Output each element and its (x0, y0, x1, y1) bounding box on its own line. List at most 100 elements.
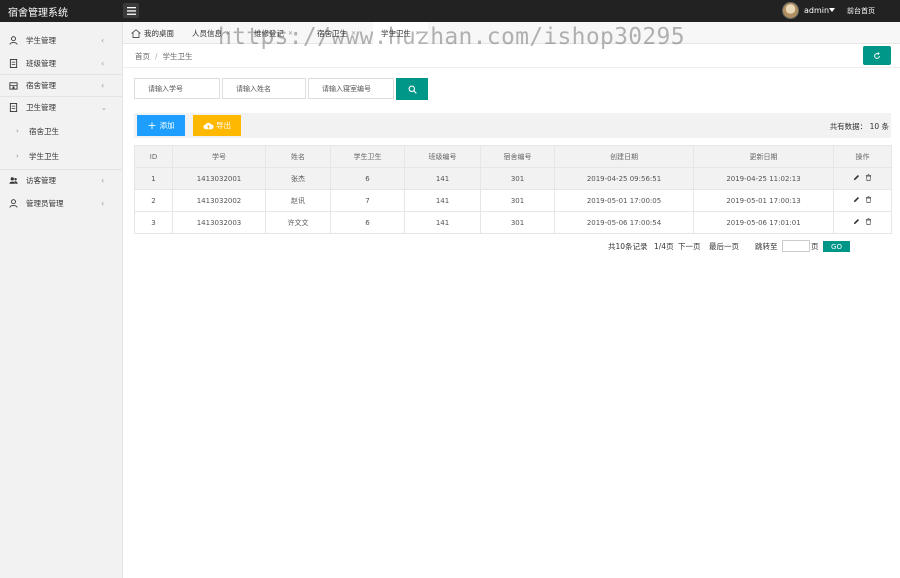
sidebar-item-label: 宿舍卫生 (29, 126, 59, 136)
table-cell-actions (833, 189, 892, 212)
add-button[interactable]: + 添加 (137, 115, 185, 136)
sidebar-item-class[interactable]: 班级管理 ‹ (0, 52, 122, 74)
table-cell: 许文文 (265, 211, 331, 234)
users-icon (9, 177, 18, 184)
user-name[interactable]: admin (804, 6, 829, 15)
go-button[interactable]: GO (823, 241, 850, 252)
sidebar-item-admin[interactable]: 管理员管理 ‹ (0, 192, 122, 214)
sidebar-item-student[interactable]: 学生管理 ‹ (0, 29, 122, 51)
table-cell: 6 (330, 211, 405, 234)
total-count: 共有数据： 10 条 (829, 122, 889, 131)
sidebar-item-label: 访客管理 (26, 176, 56, 185)
column-header[interactable]: 学号 (172, 145, 266, 168)
pagination-page-unit: 页 (811, 242, 819, 251)
close-icon[interactable]: ✕ (415, 30, 420, 37)
close-icon[interactable]: ✕ (288, 30, 293, 37)
refresh-button[interactable] (863, 46, 891, 65)
trash-icon[interactable] (865, 196, 872, 203)
sidebar-item-hygiene[interactable]: 卫生管理 ⌄ (0, 96, 122, 118)
sidebar-item-label: 学生管理 (26, 35, 56, 45)
edit-icon[interactable] (853, 174, 860, 181)
chevron-left-icon: ‹ (101, 198, 105, 208)
pagination-next-link[interactable]: 下一页 (678, 241, 701, 252)
sidebar-item-visitor[interactable]: 访客管理 ‹ (0, 169, 122, 191)
trash-icon[interactable] (865, 174, 872, 181)
edit-icon[interactable] (853, 218, 860, 225)
add-button-label: 添加 (159, 121, 175, 130)
table-cell: 2019-05-01 17:00:13 (693, 189, 834, 212)
tab-bar: 我的桌面 人员信息 ✕ 维修登记 ✕ 宿舍卫生 ✕ 学生卫生 ✕ (123, 22, 900, 44)
tab-label: 人员信息 (192, 28, 222, 38)
table-cell: 1413032002 (172, 189, 266, 212)
document-icon (9, 103, 18, 112)
sidebar-subitem-student-hygiene[interactable]: › 学生卫生 (0, 145, 122, 167)
user-icon (9, 35, 18, 45)
column-header[interactable]: 姓名 (265, 145, 331, 168)
table-row[interactable]: 1 1413032001 张杰 6 141 301 2019-04-25 09:… (134, 167, 892, 190)
table-cell: 赵讯 (265, 189, 331, 212)
sidebar-item-dorm[interactable]: 宿舍管理 ‹ (0, 74, 122, 96)
chevron-left-icon: ‹ (101, 35, 105, 45)
column-header[interactable]: 学生卫生 (330, 145, 405, 168)
front-page-link[interactable]: 前台首页 (847, 6, 875, 16)
edit-icon[interactable] (853, 196, 860, 203)
table-toolbar: + 添加 导出 共有数据： 10 条 (134, 113, 891, 138)
table-row[interactable]: 2 1413032002 赵讯 7 141 301 2019-05-01 17:… (134, 189, 892, 212)
table-cell: 2019-05-06 17:01:01 (693, 211, 834, 234)
column-header[interactable]: 宿舍编号 (480, 145, 555, 168)
close-icon[interactable]: ✕ (226, 30, 231, 37)
chevron-left-icon: ‹ (101, 58, 105, 68)
tab-student-hygiene[interactable]: 学生卫生 ✕ (373, 22, 429, 44)
tab-dorm-hygiene[interactable]: 宿舍卫生 ✕ (317, 22, 356, 44)
home-icon (131, 28, 141, 38)
pagination-last-link[interactable]: 最后一页 (709, 241, 739, 252)
column-header: 操作 (833, 145, 892, 168)
table-cell: 2019-04-25 09:56:51 (554, 167, 694, 190)
dorm-no-input[interactable] (308, 78, 394, 99)
column-header[interactable]: ID (134, 145, 173, 168)
table-cell: 141 (404, 167, 481, 190)
sidebar-item-label: 宿舍管理 (26, 81, 56, 90)
divider (123, 67, 900, 68)
sidebar-item-label: 班级管理 (26, 58, 56, 68)
building-icon (9, 82, 18, 90)
tab-personnel[interactable]: 人员信息 ✕ (192, 22, 231, 44)
chevron-left-icon: ‹ (101, 81, 105, 90)
tab-desktop[interactable]: 我的桌面 (131, 22, 174, 44)
user-icon (9, 198, 18, 208)
avatar[interactable] (782, 2, 799, 19)
sidebar-subitem-dorm-hygiene[interactable]: › 宿舍卫生 (0, 120, 122, 142)
table-row[interactable]: 3 1413032003 许文文 6 141 301 2019-05-06 17… (134, 211, 892, 234)
export-button[interactable]: 导出 (193, 115, 241, 136)
search-button[interactable] (396, 78, 428, 100)
close-icon[interactable]: ✕ (351, 30, 356, 37)
chevron-down-icon: ⌄ (101, 103, 107, 112)
menu-toggle-button[interactable] (123, 3, 139, 18)
column-header[interactable]: 班级编号 (404, 145, 481, 168)
tab-label: 我的桌面 (144, 28, 174, 38)
breadcrumb: 首页 / 学生卫生 (135, 51, 193, 62)
table-cell: 301 (480, 211, 555, 234)
name-input[interactable] (222, 78, 306, 99)
caret-down-icon[interactable] (829, 8, 835, 12)
plus-icon: + (147, 119, 157, 132)
column-header[interactable]: 更新日期 (693, 145, 834, 168)
table-cell: 141 (404, 189, 481, 212)
page-jump-input[interactable] (782, 240, 810, 252)
tab-repair[interactable]: 维修登记 ✕ (254, 22, 293, 44)
sidebar-item-label: 管理员管理 (26, 198, 64, 208)
table-cell: 3 (134, 211, 173, 234)
breadcrumb-home[interactable]: 首页 (135, 52, 150, 61)
student-no-input[interactable] (134, 78, 220, 99)
pagination-jump-label: 跳转至 (755, 242, 778, 251)
table-cell: 张杰 (265, 167, 331, 190)
table-cell: 7 (330, 189, 405, 212)
hamburger-icon (126, 6, 136, 15)
table-cell-actions (833, 167, 892, 190)
table-cell: 1413032003 (172, 211, 266, 234)
column-header[interactable]: 创建日期 (554, 145, 694, 168)
trash-icon[interactable] (865, 218, 872, 225)
sidebar-item-label: 学生卫生 (29, 151, 59, 161)
sidebar-item-label: 卫生管理 (26, 103, 56, 112)
table-cell: 1 (134, 167, 173, 190)
